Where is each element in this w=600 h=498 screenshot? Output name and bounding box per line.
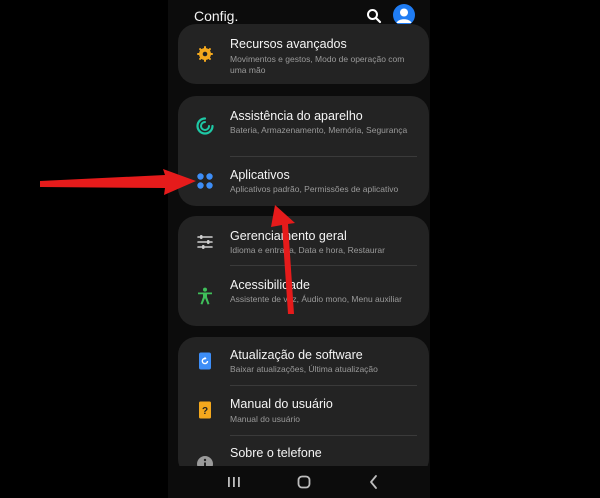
horizontal-arrow: [40, 169, 196, 195]
vertical-arrow: [271, 205, 295, 314]
annotation-arrows: [40, 169, 295, 314]
